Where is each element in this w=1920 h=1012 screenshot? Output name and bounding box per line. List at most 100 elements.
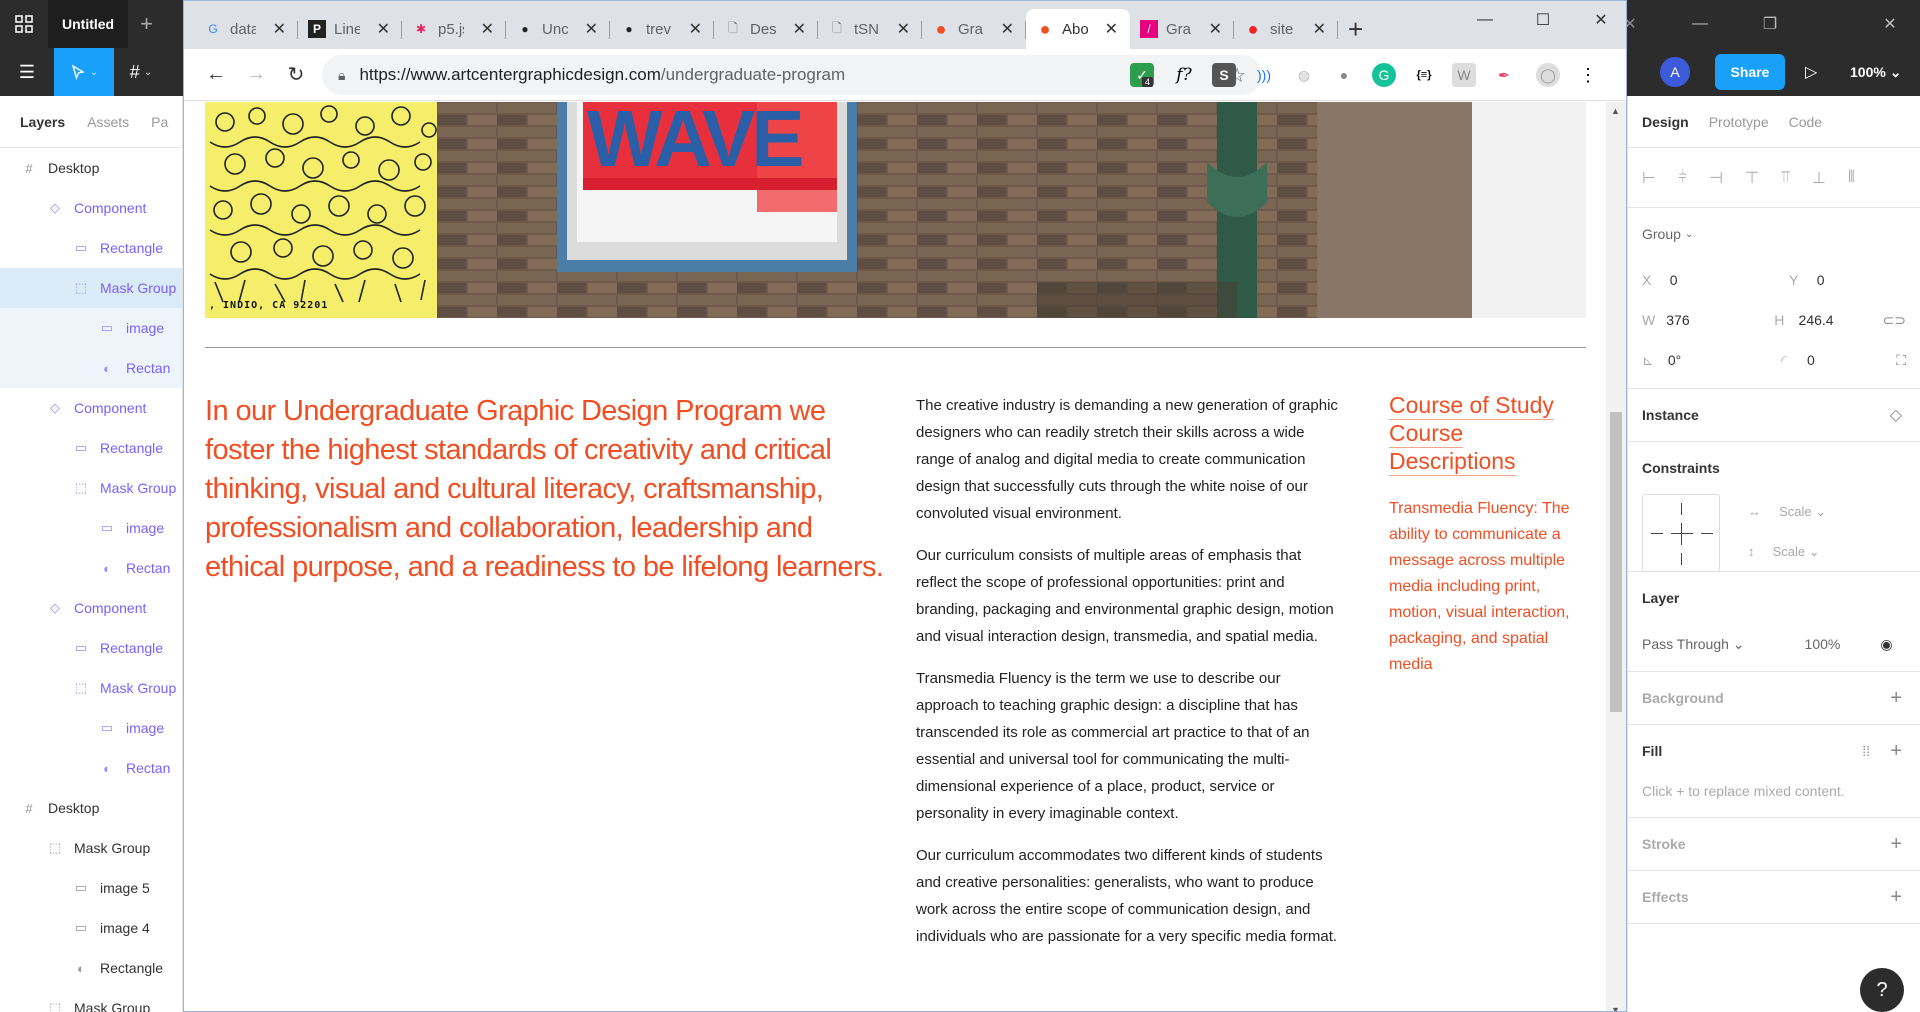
- tab-layers[interactable]: Layers: [20, 114, 65, 130]
- tab-code[interactable]: Code: [1789, 114, 1822, 130]
- constraints-widget[interactable]: [1642, 494, 1720, 572]
- layer-row[interactable]: ▭ image: [0, 508, 182, 548]
- scroll-up-arrow-icon[interactable]: ▲: [1611, 106, 1620, 116]
- constraint-horizontal-dropdown[interactable]: ↔ Scale ⌄: [1748, 504, 1826, 520]
- align-top-icon[interactable]: ⊤: [1745, 168, 1759, 188]
- circle-extension-icon[interactable]: ●: [1332, 63, 1356, 87]
- tab-assets[interactable]: Assets: [87, 114, 129, 130]
- frame-tool-button[interactable]: # ⌄: [114, 48, 168, 96]
- new-tab-button[interactable]: +: [1348, 9, 1363, 49]
- close-tab-icon[interactable]: ✕: [1209, 19, 1222, 39]
- forward-arrow-icon[interactable]: →: [236, 55, 276, 95]
- round-extension-icon[interactable]: ◍: [1292, 63, 1316, 87]
- layer-row[interactable]: ▭ image 4: [0, 908, 182, 948]
- tab-prototype[interactable]: Prototype: [1709, 114, 1769, 130]
- height-input[interactable]: 246.4: [1799, 312, 1877, 328]
- s-extension-icon[interactable]: S: [1212, 63, 1236, 87]
- maximize-icon[interactable]: ☐: [1514, 1, 1572, 39]
- go-to-main-component-icon[interactable]: ◇: [1890, 405, 1902, 425]
- layer-row[interactable]: ⬚ Mask Group: [0, 668, 182, 708]
- close-tab-icon[interactable]: ✕: [793, 19, 806, 39]
- independent-corners-icon[interactable]: ⛶: [1896, 352, 1906, 369]
- layer-row[interactable]: ◐ Rectangle: [0, 948, 182, 988]
- reload-icon[interactable]: ↻: [276, 55, 316, 95]
- layer-row[interactable]: ▭ Rectangle: [0, 628, 182, 668]
- add-stroke-icon[interactable]: +: [1890, 833, 1902, 856]
- align-center-v-icon[interactable]: ⫪: [1781, 169, 1790, 187]
- browser-tab[interactable]: ● Abo ✕: [1026, 9, 1130, 49]
- add-background-icon[interactable]: +: [1890, 687, 1902, 710]
- grammarly-icon[interactable]: G: [1372, 63, 1396, 87]
- layer-row[interactable]: ◇ Component: [0, 588, 182, 628]
- figma-file-tab[interactable]: Untitled: [48, 0, 129, 48]
- layer-row[interactable]: ⬚ Mask Group: [0, 468, 182, 508]
- layer-row[interactable]: ⬚ Mask Group: [0, 268, 182, 308]
- align-left-icon[interactable]: ⊢: [1642, 168, 1656, 188]
- plus-icon[interactable]: +: [140, 11, 153, 37]
- layer-row[interactable]: ◇ Component: [0, 188, 182, 228]
- layer-row[interactable]: ▭ image: [0, 308, 182, 348]
- constrain-proportions-icon[interactable]: ⊂⊃: [1883, 312, 1906, 329]
- lock-icon[interactable]: 🔒︎: [338, 67, 345, 84]
- scroll-down-arrow-icon[interactable]: ▼: [1611, 1005, 1620, 1011]
- close-tab-icon[interactable]: ✕: [377, 19, 390, 39]
- y-input[interactable]: 0: [1817, 272, 1906, 288]
- browser-tab[interactable]: 🗋︎ Des ✕: [714, 9, 818, 49]
- share-button[interactable]: Share: [1715, 54, 1785, 90]
- layer-row[interactable]: ◐ Rectan: [0, 348, 182, 388]
- layer-row[interactable]: ▭ Rectangle: [0, 228, 182, 268]
- close-icon[interactable]: ✕: [1572, 1, 1626, 39]
- browser-tab[interactable]: P Line ✕: [298, 9, 402, 49]
- rotation-input[interactable]: 0°: [1668, 352, 1751, 368]
- layer-row[interactable]: # Desktop: [0, 148, 182, 188]
- hamburger-menu-icon[interactable]: ☰: [0, 48, 54, 96]
- profile-icon[interactable]: ◯: [1536, 63, 1560, 87]
- address-bar[interactable]: 🔒︎ https://www.artcentergraphicdesign.co…: [322, 55, 1262, 95]
- style-picker-icon[interactable]: ⁞⁞: [1862, 743, 1870, 759]
- browser-tab[interactable]: Gdata ✕: [194, 9, 298, 49]
- browser-tab[interactable]: ● site ✕: [1234, 9, 1338, 49]
- browser-tab[interactable]: ● trev ✕: [610, 9, 714, 49]
- present-play-icon[interactable]: ▷: [1805, 54, 1817, 90]
- menu-kebab-icon[interactable]: ⋮: [1576, 63, 1600, 87]
- constraint-vertical-dropdown[interactable]: ↕ Scale ⌄: [1748, 544, 1820, 560]
- radius-input[interactable]: 0: [1807, 352, 1890, 368]
- opacity-input[interactable]: 100%: [1805, 636, 1841, 652]
- minimize-icon[interactable]: —: [1670, 0, 1730, 48]
- browser-tab[interactable]: ● Gra ✕: [922, 9, 1026, 49]
- close-tab-icon[interactable]: ✕: [1313, 19, 1326, 39]
- tab-pages[interactable]: Pa: [151, 114, 168, 130]
- layer-row[interactable]: ⬚ Mask Group: [0, 988, 182, 1012]
- scrollbar-thumb[interactable]: [1610, 412, 1622, 712]
- descriptions-link[interactable]: Descriptions: [1389, 448, 1516, 476]
- browser-tab[interactable]: ● Unc ✕: [506, 9, 610, 49]
- course-of-study-link[interactable]: Course of Study: [1389, 392, 1554, 420]
- close-tab-icon[interactable]: ✕: [689, 19, 702, 39]
- align-center-h-icon[interactable]: ⫩: [1678, 169, 1687, 187]
- layer-row[interactable]: ▭ image 5: [0, 868, 182, 908]
- color-picker-icon[interactable]: ✒: [1492, 63, 1516, 87]
- blend-mode-dropdown[interactable]: Pass Through ⌄: [1642, 636, 1745, 653]
- avatar[interactable]: A: [1660, 57, 1690, 87]
- restore-icon[interactable]: ❐: [1740, 0, 1800, 48]
- group-type-dropdown[interactable]: Group ⌄: [1642, 208, 1906, 260]
- help-button[interactable]: ?: [1860, 968, 1904, 1012]
- layer-row[interactable]: ⬚ Mask Group: [0, 828, 182, 868]
- add-effect-icon[interactable]: +: [1890, 886, 1902, 909]
- layer-row[interactable]: # Desktop: [0, 788, 182, 828]
- zoom-dropdown[interactable]: 100% ⌄: [1850, 54, 1901, 90]
- w-extension-icon[interactable]: W: [1452, 63, 1476, 87]
- layer-row[interactable]: ◐ Rectan: [0, 548, 182, 588]
- move-tool-button[interactable]: ⌄: [54, 48, 114, 96]
- browser-tab[interactable]: / Gra ✕: [1130, 9, 1234, 49]
- minimize-icon[interactable]: —: [1456, 1, 1514, 39]
- browser-tab[interactable]: ✱ p5.js ✕: [402, 9, 506, 49]
- tab-design[interactable]: Design: [1642, 114, 1689, 130]
- close-tab-icon[interactable]: ✕: [1105, 19, 1118, 39]
- page-scrollbar[interactable]: ▲ ▼: [1606, 102, 1626, 1011]
- close-tab-icon[interactable]: ✕: [481, 19, 494, 39]
- course-link[interactable]: Course: [1389, 420, 1464, 448]
- close-icon[interactable]: ✕: [1860, 0, 1920, 48]
- back-arrow-icon[interactable]: ←: [196, 55, 236, 95]
- align-right-icon[interactable]: ⊣: [1709, 168, 1723, 188]
